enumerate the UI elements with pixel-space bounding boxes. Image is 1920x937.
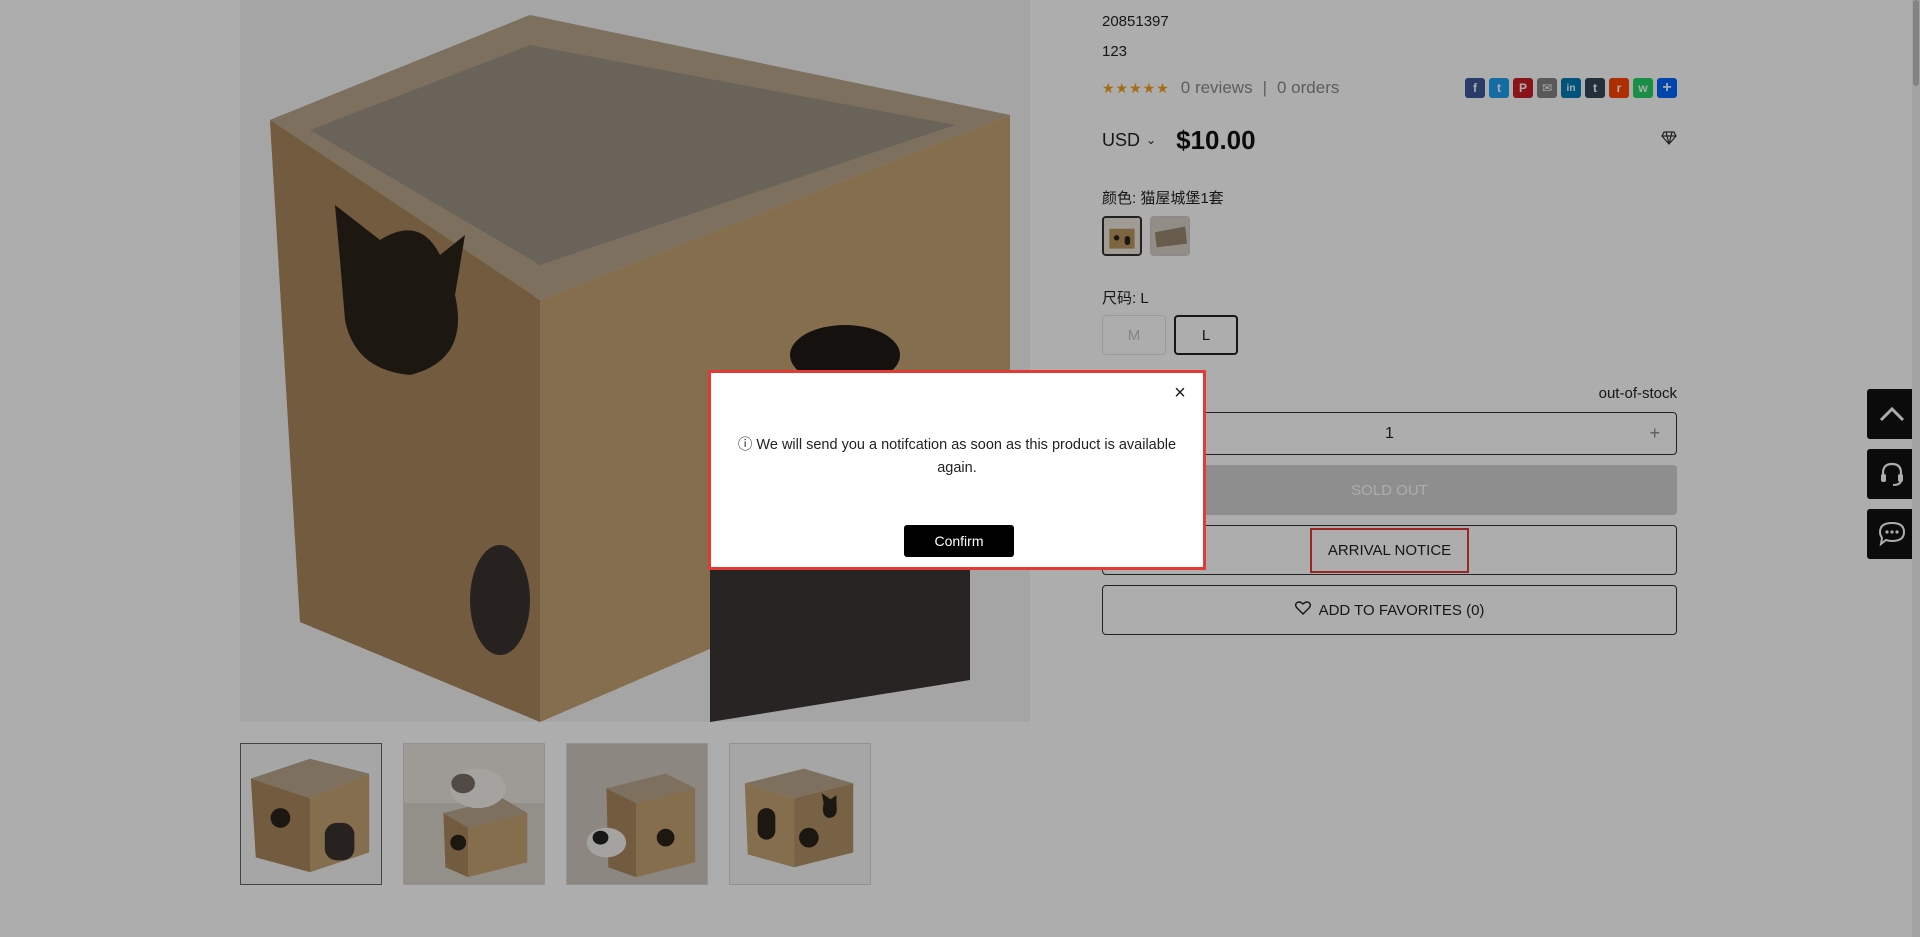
dialog-message: ⓘ We will send you a notifcation as soon… xyxy=(737,437,1177,476)
arrival-notice-dialog: × ⓘ We will send you a notifcation as so… xyxy=(708,370,1206,570)
close-icon[interactable]: × xyxy=(1170,383,1190,403)
confirm-button[interactable]: Confirm xyxy=(904,525,1014,557)
